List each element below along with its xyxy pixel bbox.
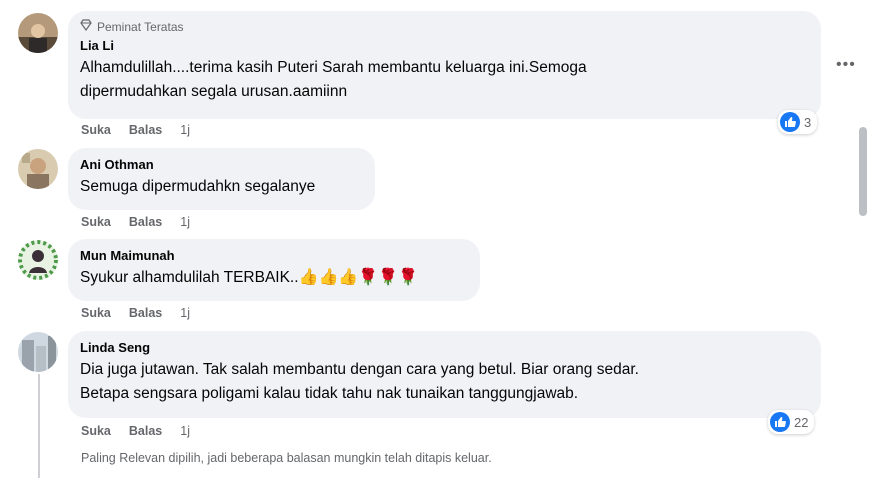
- like-button[interactable]: Suka: [81, 215, 111, 229]
- comment-text: Semuga dipermudahkn segalanye: [80, 175, 363, 199]
- comment-line: Betapa sengsara poligami kalau tidak tah…: [80, 385, 579, 402]
- like-button[interactable]: Suka: [81, 123, 111, 137]
- reply-button[interactable]: Balas: [129, 424, 162, 438]
- comment-line: dipermudahkan segala urusan.aamiinn: [80, 83, 348, 100]
- timestamp[interactable]: 1j: [180, 215, 190, 229]
- reply-button[interactable]: Balas: [129, 215, 162, 229]
- reaction-count[interactable]: 3: [778, 110, 818, 134]
- emoji-sequence: 👍👍👍🌹🌹🌹: [298, 269, 419, 286]
- avatar[interactable]: [18, 332, 58, 372]
- scrollbar-track[interactable]: [858, 0, 868, 478]
- comment-bubble: Linda Seng Dia juga jutawan. Tak salah m…: [68, 331, 821, 418]
- reaction-number: 3: [804, 114, 812, 130]
- comment-author[interactable]: Lia Li: [80, 37, 809, 54]
- comment-author[interactable]: Ani Othman: [80, 156, 363, 173]
- top-fan-badge[interactable]: Peminat Teratas: [80, 19, 809, 35]
- comment-author[interactable]: Mun Maimunah: [80, 247, 468, 264]
- comment-author[interactable]: Linda Seng: [80, 339, 809, 356]
- comment-actions: Suka Balas 1j: [81, 215, 190, 229]
- comment-text: Dia juga jutawan. Tak salah membantu den…: [80, 358, 809, 406]
- comment-actions: Suka Balas 1j: [81, 424, 190, 438]
- timestamp[interactable]: 1j: [180, 424, 190, 438]
- like-button[interactable]: Suka: [81, 424, 111, 438]
- comment-line: Alhamdulillah....terima kasih Puteri Sar…: [80, 59, 587, 76]
- comment-text: Syukur alhamdulilah TERBAIK..👍👍👍🌹🌹🌹: [80, 266, 468, 290]
- reaction-count[interactable]: 22: [768, 410, 815, 434]
- comment-actions: Suka Balas 1j: [81, 123, 190, 137]
- reply-button[interactable]: Balas: [129, 306, 162, 320]
- more-options-icon[interactable]: •••: [836, 56, 856, 74]
- diamond-icon: [80, 19, 92, 35]
- comment-actions: Suka Balas 1j: [81, 306, 190, 320]
- comment-line: Semuga dipermudahkn segalanye: [80, 178, 316, 195]
- like-reaction-icon: [780, 112, 800, 132]
- reply-thread-line: [38, 374, 40, 478]
- avatar[interactable]: [18, 13, 58, 53]
- like-button[interactable]: Suka: [81, 306, 111, 320]
- avatar[interactable]: [18, 149, 58, 189]
- comment-bubble: Peminat Teratas Lia Li Alhamdulillah....…: [68, 11, 821, 119]
- badge-label: Peminat Teratas: [97, 20, 184, 34]
- timestamp[interactable]: 1j: [180, 306, 190, 320]
- timestamp[interactable]: 1j: [180, 123, 190, 137]
- reply-button[interactable]: Balas: [129, 123, 162, 137]
- like-reaction-icon: [770, 412, 790, 432]
- filter-note: Paling Relevan dipilih, jadi beberapa ba…: [81, 451, 492, 465]
- scrollbar-thumb[interactable]: [859, 127, 867, 216]
- comment-bubble: Mun Maimunah Syukur alhamdulilah TERBAIK…: [68, 239, 480, 301]
- comment-line: Syukur alhamdulilah TERBAIK..: [80, 269, 299, 286]
- reaction-number: 22: [794, 414, 809, 430]
- comment-bubble: Ani Othman Semuga dipermudahkn segalanye: [68, 148, 375, 210]
- comment-text: Alhamdulillah....terima kasih Puteri Sar…: [80, 56, 809, 104]
- comment-line: Dia juga jutawan. Tak salah membantu den…: [80, 361, 639, 378]
- avatar[interactable]: [18, 240, 58, 280]
